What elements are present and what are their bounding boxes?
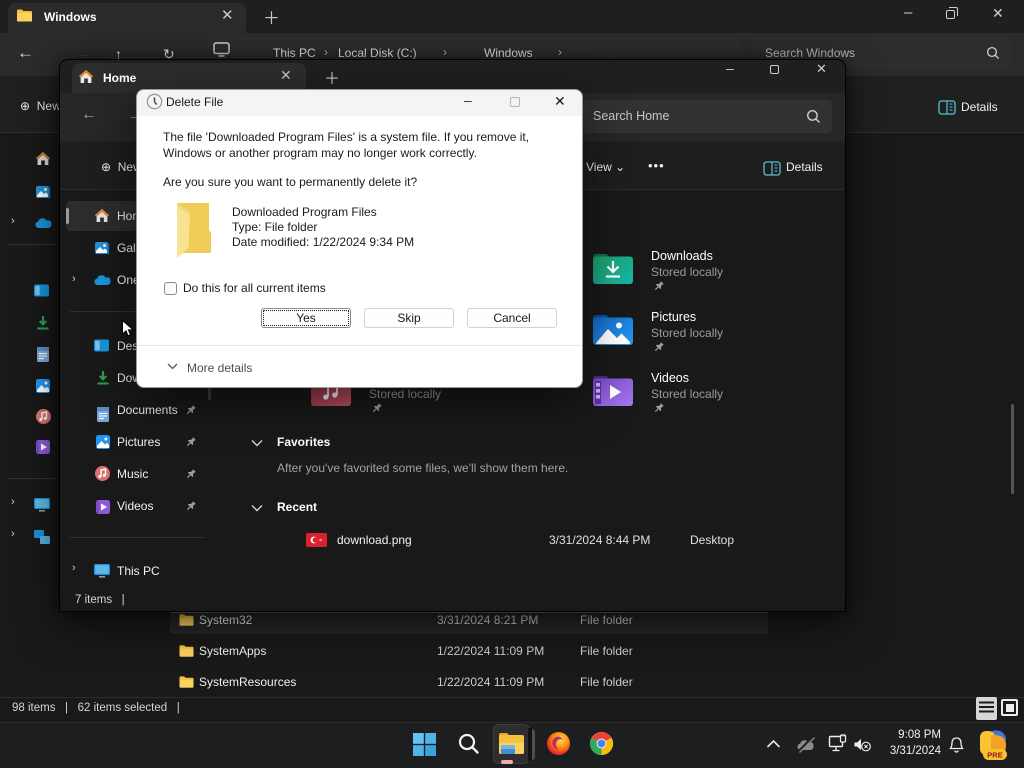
svg-text:PRE: PRE <box>987 751 1002 760</box>
